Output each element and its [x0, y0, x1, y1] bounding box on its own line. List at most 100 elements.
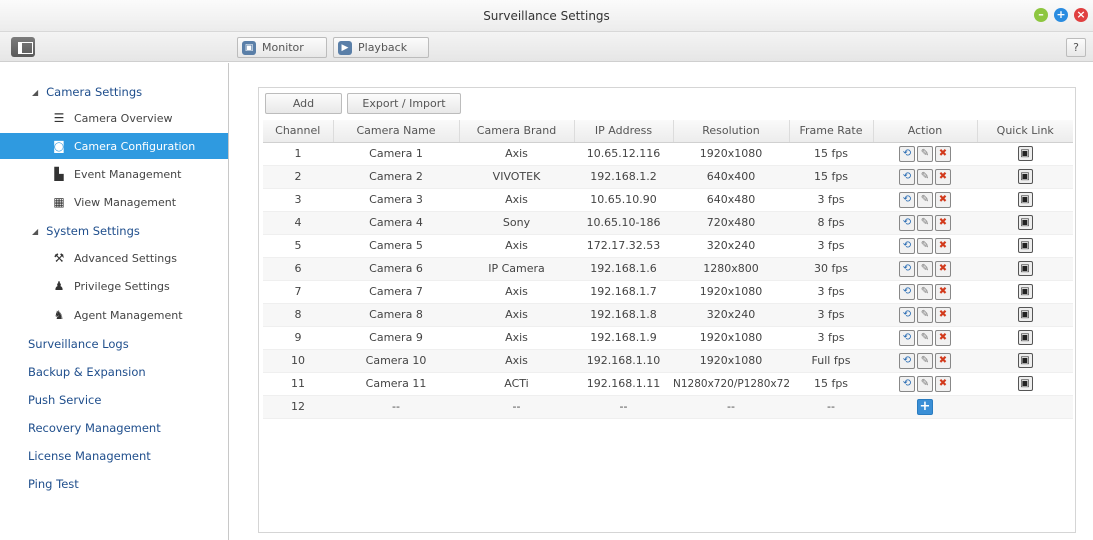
- close-icon[interactable]: ×: [1074, 8, 1088, 22]
- quick-link-icon[interactable]: ▣: [1017, 284, 1033, 299]
- table-row[interactable]: 5 Camera 5 Axis 172.17.32.53 320x240 3 fps ⟲ ✎ ✖…: [263, 234, 1073, 258]
- table-row[interactable]: 7 Camera 7 Axis 192.168.1.7 1920x1080 3 fps ⟲ ✎…: [263, 280, 1073, 304]
- sidebar-group-camera-settings[interactable]: ◢ Camera Settings: [0, 80, 228, 104]
- help-button[interactable]: ?: [1066, 38, 1086, 57]
- table-row[interactable]: 11 Camera 11 ACTi 192.168.1.11 N1280x720/P12…: [263, 372, 1073, 396]
- edit-icon[interactable]: ✎: [917, 329, 933, 346]
- quick-link-icon[interactable]: ▣: [1017, 215, 1033, 230]
- sidebar-item-recovery-management[interactable]: Recovery Management: [28, 416, 161, 440]
- delete-icon[interactable]: ✖: [935, 375, 951, 392]
- connect-icon[interactable]: ⟲: [899, 168, 915, 185]
- delete-icon[interactable]: ✖: [935, 145, 951, 162]
- maximize-icon[interactable]: +: [1054, 8, 1068, 22]
- monitor-button[interactable]: ▣ Monitor: [237, 37, 327, 58]
- connect-icon[interactable]: ⟲: [899, 283, 915, 300]
- add-camera-icon[interactable]: +: [917, 398, 933, 415]
- edit-icon[interactable]: ✎: [917, 375, 933, 392]
- cell-resolution: 320x240: [673, 303, 789, 327]
- delete-icon[interactable]: ✖: [935, 191, 951, 208]
- delete-icon[interactable]: ✖: [935, 237, 951, 254]
- sidebar-item-camera-configuration[interactable]: ◙ Camera Configuration: [0, 133, 228, 159]
- quick-link-icon[interactable]: ▣: [1017, 307, 1033, 322]
- minimize-icon[interactable]: –: [1034, 8, 1048, 22]
- cell-action: ⟲ ✎ ✖: [873, 142, 977, 166]
- quick-link-icon[interactable]: ▣: [1017, 261, 1033, 276]
- connect-icon[interactable]: ⟲: [899, 329, 915, 346]
- delete-icon[interactable]: ✖: [935, 283, 951, 300]
- edit-icon[interactable]: ✎: [917, 283, 933, 300]
- table-row[interactable]: 2 Camera 2 VIVOTEK 192.168.1.2 640x400 15 fps…: [263, 165, 1073, 189]
- column-header-channel[interactable]: Channel: [263, 120, 334, 143]
- connect-icon[interactable]: ⟲: [899, 375, 915, 392]
- cell-camera-brand: ACTi: [459, 372, 574, 396]
- connect-icon[interactable]: ⟲: [899, 191, 915, 208]
- sidebar-item-camera-overview[interactable]: ☰ Camera Overview: [0, 105, 228, 131]
- cell-frame-rate: 8 fps: [789, 211, 873, 235]
- sidebar-item-event-management[interactable]: ▙ Event Management: [0, 161, 228, 187]
- edit-icon[interactable]: ✎: [917, 191, 933, 208]
- sidebar-item-view-management[interactable]: ▦ View Management: [0, 189, 228, 215]
- sidebar-item-privilege-settings[interactable]: ♟ Privilege Settings: [0, 273, 228, 299]
- sidebar-item-surveillance-logs[interactable]: Surveillance Logs: [28, 332, 129, 356]
- edit-icon[interactable]: ✎: [917, 237, 933, 254]
- table-row-empty[interactable]: 12 -- -- -- -- -- +: [263, 395, 1073, 419]
- sidebar-toggle-icon[interactable]: [11, 37, 35, 57]
- sidebar-item-backup-expansion[interactable]: Backup & Expansion: [28, 360, 146, 384]
- quick-link-icon[interactable]: ▣: [1017, 146, 1033, 161]
- cell-ip-address: 192.168.1.8: [574, 303, 673, 327]
- sidebar-item-ping-test[interactable]: Ping Test: [28, 472, 79, 496]
- connect-icon[interactable]: ⟲: [899, 260, 915, 277]
- edit-icon[interactable]: ✎: [917, 306, 933, 323]
- add-button[interactable]: Add: [265, 93, 342, 114]
- edit-icon[interactable]: ✎: [917, 260, 933, 277]
- table-row[interactable]: 1 Camera 1 Axis 10.65.12.116 1920x1080 15 fps…: [263, 142, 1073, 166]
- sidebar-item-agent-management[interactable]: ♞ Agent Management: [0, 302, 228, 328]
- column-header-camera-brand[interactable]: Camera Brand: [459, 120, 575, 143]
- cell-quick-link: ▣: [977, 188, 1073, 212]
- delete-icon[interactable]: ✖: [935, 329, 951, 346]
- sidebar-item-license-management[interactable]: License Management: [28, 444, 151, 468]
- connect-icon[interactable]: ⟲: [899, 306, 915, 323]
- table-row[interactable]: 4 Camera 4 Sony 10.65.10-186 720x480 8 fps ⟲ ✎ ✖…: [263, 211, 1073, 235]
- cell-ip-address: 192.168.1.7: [574, 280, 673, 304]
- event-icon: ▙: [54, 167, 64, 181]
- cell-resolution: 1920x1080: [673, 349, 789, 373]
- delete-icon[interactable]: ✖: [935, 306, 951, 323]
- table-row[interactable]: 8 Camera 8 Axis 192.168.1.8 320x240 3 fps ⟲ ✎ ✖ ▣: [263, 303, 1073, 327]
- delete-icon[interactable]: ✖: [935, 168, 951, 185]
- connect-icon[interactable]: ⟲: [899, 145, 915, 162]
- cell-resolution: 1920x1080: [673, 326, 789, 350]
- quick-link-icon[interactable]: ▣: [1017, 169, 1033, 184]
- edit-icon[interactable]: ✎: [917, 352, 933, 369]
- column-header-resolution[interactable]: Resolution: [673, 120, 790, 143]
- edit-icon[interactable]: ✎: [917, 168, 933, 185]
- table-row[interactable]: 9 Camera 9 Axis 192.168.1.9 1920x1080 3 fps ⟲ ✎…: [263, 326, 1073, 350]
- delete-icon[interactable]: ✖: [935, 214, 951, 231]
- cell-camera-name: Camera 11: [333, 372, 459, 396]
- playback-button[interactable]: ▶ Playback: [333, 37, 429, 58]
- quick-link-icon[interactable]: ▣: [1017, 353, 1033, 368]
- column-header-ip-address[interactable]: IP Address: [574, 120, 674, 143]
- table-row[interactable]: 6 Camera 6 IP Camera 192.168.1.6 1280x800 30 …: [263, 257, 1073, 281]
- delete-icon[interactable]: ✖: [935, 352, 951, 369]
- connect-icon[interactable]: ⟲: [899, 214, 915, 231]
- quick-link-icon[interactable]: ▣: [1017, 330, 1033, 345]
- sidebar-item-push-service[interactable]: Push Service: [28, 388, 101, 412]
- table-row[interactable]: 10 Camera 10 Axis 192.168.1.10 1920x1080 Full…: [263, 349, 1073, 373]
- column-header-quick-link: Quick Link: [977, 120, 1073, 143]
- quick-link-icon[interactable]: ▣: [1017, 192, 1033, 207]
- delete-icon[interactable]: ✖: [935, 260, 951, 277]
- edit-icon[interactable]: ✎: [917, 214, 933, 231]
- sidebar-group-system-settings[interactable]: ◢ System Settings: [0, 219, 228, 243]
- column-header-camera-name[interactable]: Camera Name: [333, 120, 460, 143]
- sidebar-item-advanced-settings[interactable]: ⚒ Advanced Settings: [0, 245, 228, 271]
- connect-icon[interactable]: ⟲: [899, 237, 915, 254]
- connect-icon[interactable]: ⟲: [899, 352, 915, 369]
- edit-icon[interactable]: ✎: [917, 145, 933, 162]
- export-import-button[interactable]: Export / Import: [347, 93, 461, 114]
- quick-link-icon[interactable]: ▣: [1017, 238, 1033, 253]
- quick-link-icon[interactable]: ▣: [1017, 376, 1033, 391]
- cell-frame-rate: 3 fps: [789, 303, 873, 327]
- table-row[interactable]: 3 Camera 3 Axis 10.65.10.90 640x480 3 fps ⟲ ✎ ✖ ▣: [263, 188, 1073, 212]
- column-header-frame-rate[interactable]: Frame Rate: [789, 120, 874, 143]
